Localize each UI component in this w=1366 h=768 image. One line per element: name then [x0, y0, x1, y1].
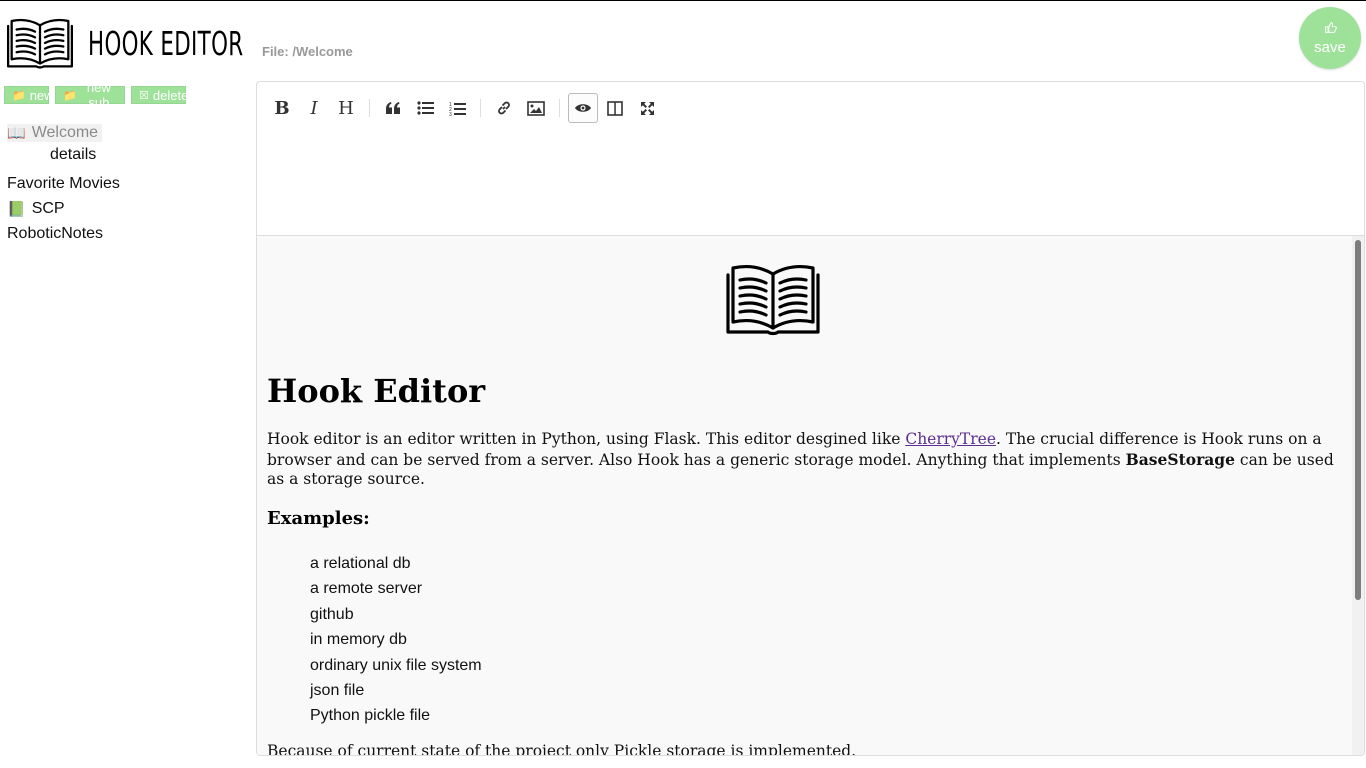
- italic-button[interactable]: I: [299, 93, 329, 123]
- save-button-label: save: [1314, 38, 1346, 56]
- book-icon: [725, 262, 821, 336]
- cherrytree-link[interactable]: CherryTree: [905, 430, 996, 448]
- preview-intro: Hook editor is an editor written in Pyth…: [267, 430, 1343, 490]
- new-button-label: new: [29, 87, 54, 103]
- tree-item-label: details: [50, 146, 97, 163]
- fullscreen-button[interactable]: [632, 93, 662, 123]
- heading-button[interactable]: H: [331, 93, 361, 123]
- preview-title: Hook Editor: [267, 372, 486, 410]
- list-item: in memory db: [310, 631, 407, 649]
- preview-outro: Because of current state of the project …: [267, 742, 857, 756]
- tree-item-label: SCP: [31, 199, 65, 217]
- unordered-list-button[interactable]: [410, 93, 440, 123]
- tree-item-details[interactable]: details: [7, 145, 247, 165]
- bold-button[interactable]: B: [267, 93, 297, 123]
- intro-bold: BaseStorage: [1125, 449, 1235, 469]
- book-icon: [6, 18, 74, 69]
- thumbs-up-icon: [1324, 21, 1337, 36]
- file-path: File: /Welcome: [262, 44, 353, 59]
- folder-icon: 📁: [12, 89, 26, 102]
- delete-button-label: delete: [152, 87, 189, 103]
- list-item: ordinary unix file system: [310, 656, 482, 674]
- tree-item-label: RoboticNotes: [7, 224, 104, 242]
- side-by-side-button[interactable]: [600, 93, 630, 123]
- app-title: HOOK EDITOR: [88, 23, 244, 63]
- tree-item-scp[interactable]: 📗 SCP: [7, 196, 247, 221]
- open-book-icon: 📖: [7, 124, 26, 142]
- toolbar-divider: [480, 99, 481, 117]
- quote-icon: [386, 102, 400, 114]
- examples-list: a relational db a remote server github i…: [310, 551, 482, 729]
- preview-scrollbar[interactable]: [1352, 236, 1364, 755]
- list-item: a relational db: [310, 555, 411, 572]
- image-icon: [527, 100, 545, 116]
- editor-toolbar: B I H 123: [267, 92, 664, 124]
- preview-button[interactable]: [568, 93, 598, 123]
- top-border: [0, 0, 1366, 1]
- list-item: github: [310, 605, 354, 623]
- ordered-list-icon: 123: [449, 102, 466, 116]
- markdown-editor: B I H 123 Hook Editor Hook editor is an …: [256, 81, 1365, 756]
- link-button[interactable]: [489, 93, 519, 123]
- examples-heading: Examples:: [267, 508, 370, 529]
- brand: HOOK EDITOR: [6, 15, 304, 71]
- folder-icon: 📁: [63, 89, 77, 102]
- new-sub-button[interactable]: 📁 new sub: [55, 80, 125, 110]
- list-item: a remote server: [310, 580, 423, 598]
- tree-item-label: Welcome: [31, 123, 99, 141]
- image-button[interactable]: [521, 93, 551, 123]
- list-item: Python pickle file: [310, 707, 431, 725]
- node-toolbar: 📁 new 📁 new sub ☒ delete: [4, 80, 189, 110]
- delete-button[interactable]: ☒ delete: [131, 86, 189, 104]
- tree-item-welcome[interactable]: 📖 Welcome: [7, 120, 247, 145]
- list-item: json file: [310, 681, 365, 699]
- scrollbar-thumb[interactable]: [1355, 240, 1361, 600]
- link-icon: [498, 101, 510, 115]
- svg-text:3: 3: [449, 112, 452, 116]
- eye-icon: [575, 104, 591, 112]
- toolbar-divider: [559, 99, 560, 117]
- fullscreen-icon: [640, 101, 654, 115]
- note-tree: 📖 Welcome details Favorite Movies 📗 SCP …: [7, 120, 247, 246]
- tree-item-roboticnotes[interactable]: RoboticNotes: [7, 221, 247, 246]
- toolbar-divider: [369, 99, 370, 117]
- markdown-preview: Hook Editor Hook editor is an editor wri…: [257, 235, 1364, 756]
- columns-icon: [607, 100, 623, 116]
- list-icon: [416, 101, 434, 115]
- save-button[interactable]: save: [1299, 7, 1361, 69]
- tree-item-favorite-movies[interactable]: Favorite Movies: [7, 171, 247, 196]
- new-sub-button-label: new sub: [86, 80, 111, 110]
- close-icon: ☒: [139, 89, 149, 102]
- ordered-list-button[interactable]: 123: [442, 93, 472, 123]
- intro-text: Hook editor is an editor written in Pyth…: [267, 430, 906, 448]
- markdown-input[interactable]: [257, 134, 1364, 234]
- tree-item-label: Favorite Movies: [7, 174, 120, 192]
- green-book-icon: 📗: [7, 200, 26, 218]
- quote-button[interactable]: [378, 93, 408, 123]
- new-button[interactable]: 📁 new: [4, 86, 54, 104]
